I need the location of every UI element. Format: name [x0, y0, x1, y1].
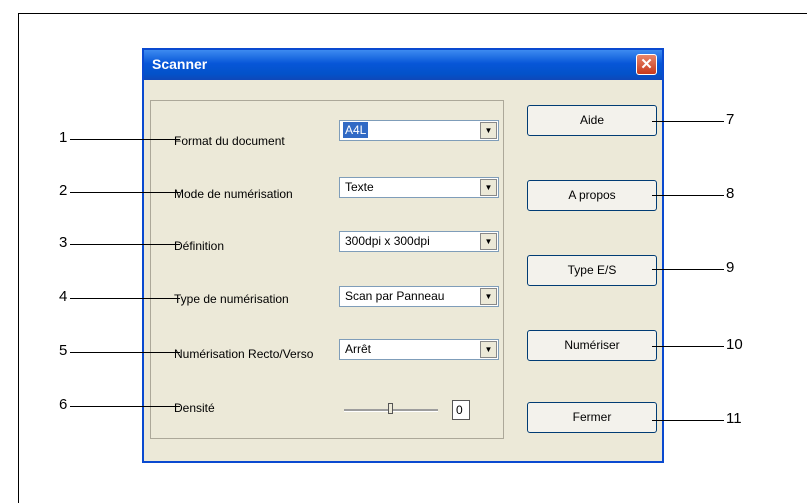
callout-number: 3	[59, 234, 68, 251]
definition-value: 300dpi x 300dpi	[345, 234, 430, 248]
callout-line	[70, 406, 180, 407]
callout-number: 6	[59, 396, 68, 413]
density-label: Densité	[174, 401, 215, 415]
settings-group	[150, 100, 504, 439]
close-button[interactable]: Fermer	[527, 402, 657, 433]
callout-line	[652, 195, 724, 196]
duplex-label: Numérisation Recto/Verso	[174, 347, 314, 361]
scan-button[interactable]: Numériser	[527, 330, 657, 361]
scan-type-select[interactable]: Scan par Panneau ▼	[339, 286, 499, 307]
scan-type-label: Type de numérisation	[174, 292, 289, 306]
definition-label: Définition	[174, 239, 225, 253]
about-button[interactable]: A propos	[527, 180, 657, 211]
duplex-select[interactable]: Arrêt ▼	[339, 339, 499, 360]
density-value[interactable]: 0	[452, 400, 470, 420]
callout-line	[652, 420, 724, 421]
scan-type-value: Scan par Panneau	[345, 289, 445, 303]
callout-line	[70, 244, 180, 245]
definition-select[interactable]: 300dpi x 300dpi ▼	[339, 231, 499, 252]
callout-number: 4	[59, 288, 68, 305]
callout-number: 10	[726, 336, 743, 353]
mode-label: Mode de numérisation	[174, 187, 293, 201]
callout-number: 7	[726, 111, 735, 128]
callout-line	[652, 121, 724, 122]
callout-number: 8	[726, 185, 735, 202]
format-label: Format du document	[174, 134, 285, 148]
callout-number: 5	[59, 342, 68, 359]
chevron-down-icon[interactable]: ▼	[480, 233, 497, 250]
title-bar[interactable]: Scanner ✕	[144, 50, 662, 80]
chevron-down-icon[interactable]: ▼	[480, 122, 497, 139]
callout-line	[652, 346, 724, 347]
io-type-button[interactable]: Type E/S	[527, 255, 657, 286]
callout-line	[70, 139, 180, 140]
callout-number: 2	[59, 182, 68, 199]
help-button[interactable]: Aide	[527, 105, 657, 136]
chevron-down-icon[interactable]: ▼	[480, 288, 497, 305]
callout-number: 1	[59, 129, 68, 146]
callout-number: 11	[726, 410, 742, 427]
density-slider-thumb[interactable]	[388, 403, 393, 414]
callout-line	[70, 298, 180, 299]
callout-line	[652, 269, 724, 270]
window-title: Scanner	[152, 56, 208, 72]
chevron-down-icon[interactable]: ▼	[480, 179, 497, 196]
duplex-value: Arrêt	[345, 342, 372, 356]
format-value: A4L	[343, 122, 369, 138]
callout-line	[70, 352, 180, 353]
mode-value: Texte	[345, 180, 374, 194]
close-icon[interactable]: ✕	[636, 54, 657, 75]
chevron-down-icon[interactable]: ▼	[480, 341, 497, 358]
mode-select[interactable]: Texte ▼	[339, 177, 499, 198]
callout-line	[70, 192, 180, 193]
scanner-dialog: Scanner ✕ Format du document A4L ▼ Mode …	[142, 48, 664, 463]
callout-number: 9	[726, 259, 735, 276]
format-select[interactable]: A4L ▼	[339, 120, 499, 141]
